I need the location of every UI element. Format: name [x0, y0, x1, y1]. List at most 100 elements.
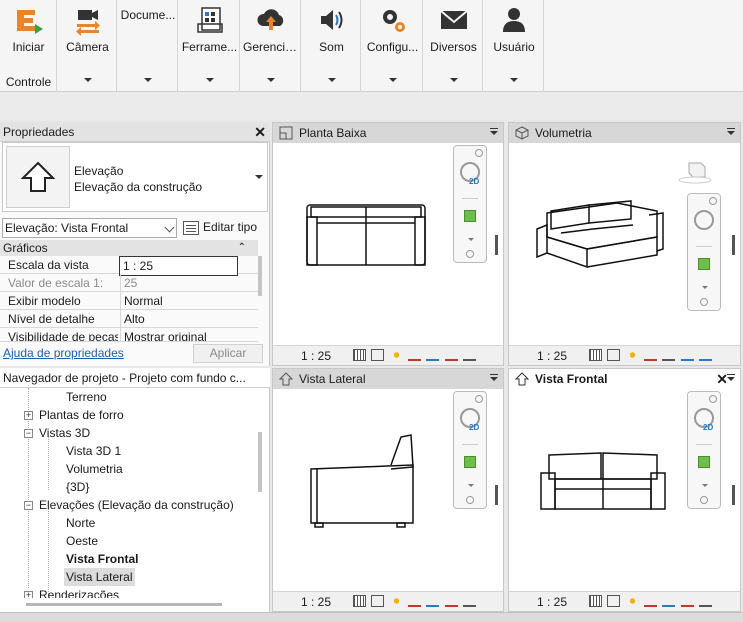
property-row[interactable]: Valor de escala 1: 25 — [0, 274, 258, 292]
customize-icon[interactable] — [700, 496, 708, 504]
tree-item-vista-frontal[interactable]: Vista Frontal — [66, 550, 138, 568]
instance-selector[interactable]: Elevação: Vista Frontal — [2, 218, 177, 238]
hide-icon[interactable] — [444, 595, 458, 607]
chevron-down-icon[interactable] — [702, 484, 708, 487]
tree-item-renderizacoes[interactable]: + Renderizações — [24, 586, 119, 598]
chevron-down-icon[interactable] — [510, 78, 518, 82]
property-row[interactable]: Visibilidade de peças Mostrar original — [0, 328, 258, 342]
view-scale[interactable]: 1 : 25 — [537, 592, 567, 612]
tree-item-3d[interactable]: {3D} — [66, 478, 89, 496]
chevron-down-icon[interactable] — [267, 78, 275, 82]
navigation-bar[interactable] — [687, 193, 721, 311]
chevron-down-icon[interactable] — [702, 286, 708, 289]
misc-button[interactable]: Diversos — [424, 0, 483, 92]
close-icon[interactable] — [709, 197, 717, 205]
tree-item-volumetria[interactable]: Volumetria — [66, 460, 123, 478]
crop-view-icon[interactable] — [426, 349, 440, 361]
visual-style-icon[interactable] — [607, 595, 621, 607]
crop-view-icon[interactable] — [426, 595, 440, 607]
tree-item-norte[interactable]: Norte — [66, 514, 95, 532]
collapse-icon[interactable]: − — [24, 501, 33, 511]
sound-button[interactable]: Som — [302, 0, 361, 92]
property-value[interactable]: Alto — [120, 310, 258, 328]
expand-icon[interactable]: + — [24, 591, 33, 598]
shadows-icon[interactable] — [644, 349, 658, 361]
property-row[interactable]: Nível de detalhe Alto — [0, 310, 258, 328]
chevron-down-icon[interactable] — [255, 175, 263, 179]
view-tab[interactable]: Vista Lateral — [273, 369, 503, 389]
view-scale[interactable]: 1 : 25 — [301, 592, 331, 612]
chevron-down-icon[interactable] — [468, 238, 474, 241]
view-scale[interactable]: 1 : 25 — [537, 346, 567, 366]
properties-help-link[interactable]: Ajuda de propriedades — [3, 346, 124, 360]
customize-icon[interactable] — [700, 298, 708, 306]
close-icon[interactable] — [475, 395, 483, 403]
temporary-hide-icon[interactable] — [463, 349, 477, 361]
chevron-down-icon[interactable] — [144, 78, 152, 82]
hide-icon[interactable] — [680, 595, 694, 607]
browser-scrollbar[interactable] — [258, 432, 262, 492]
temporary-hide-icon[interactable] — [699, 595, 713, 607]
tree-item-oeste[interactable]: Oeste — [66, 532, 98, 550]
crop-view-icon[interactable] — [662, 595, 676, 607]
chevron-down-icon[interactable] — [388, 78, 397, 82]
crop-view-icon[interactable] — [680, 349, 694, 361]
close-icon[interactable]: ✕ — [254, 122, 266, 142]
tools-button[interactable]: Ferrame... — [179, 0, 240, 92]
camera-button[interactable]: Câmera — [58, 0, 117, 92]
visual-style-icon[interactable] — [371, 349, 385, 361]
chevron-down-icon[interactable] — [327, 78, 336, 82]
view-volumetria[interactable]: Volumetria 1 : 25 — [508, 122, 741, 366]
view-scrollbar[interactable] — [732, 235, 735, 255]
detail-level-icon[interactable] — [353, 595, 366, 607]
type-selector[interactable]: Elevação Elevação da construção — [2, 142, 268, 212]
graphics-group-header[interactable]: Gráficos ⌃ — [0, 240, 258, 256]
view-menu-icon[interactable] — [727, 128, 735, 135]
detail-level-icon[interactable] — [589, 595, 602, 607]
expand-icon[interactable]: + — [24, 411, 33, 421]
view-vista-lateral[interactable]: Vista Lateral 2D 1 : 25 — [272, 368, 504, 612]
tree-item-vistas-3d[interactable]: − Vistas 3D — [24, 424, 90, 442]
property-row[interactable]: Exibir modelo Normal — [0, 292, 258, 310]
zoom-icon[interactable] — [698, 258, 710, 270]
document-button[interactable]: Docume... — [118, 0, 178, 92]
zoom-icon[interactable] — [464, 456, 476, 468]
user-button[interactable]: Usuário — [484, 0, 544, 92]
chevron-down-icon[interactable] — [449, 78, 458, 82]
temporary-hide-icon[interactable] — [463, 595, 477, 607]
collapse-icon[interactable]: ⌃ — [238, 240, 246, 256]
shadows-icon[interactable] — [408, 595, 422, 607]
sun-path-icon[interactable] — [389, 595, 403, 607]
view-vista-frontal[interactable]: Vista Frontal ✕ 2D 1 : 25 — [508, 368, 741, 612]
view-menu-icon[interactable] — [490, 374, 498, 381]
start-button[interactable]: Iniciar — [0, 0, 57, 70]
hide-icon[interactable] — [444, 349, 458, 361]
tree-item-vista-3d-1[interactable]: Vista 3D 1 — [66, 442, 121, 460]
lock-view-icon[interactable] — [662, 349, 676, 361]
navigation-bar[interactable]: 2D — [687, 391, 721, 509]
chevron-down-icon[interactable] — [468, 484, 474, 487]
properties-scrollbar[interactable] — [258, 256, 262, 296]
property-value-input[interactable]: 1 : 25 — [119, 256, 238, 276]
customize-icon[interactable] — [466, 250, 474, 258]
view-tab[interactable]: Volumetria — [509, 123, 740, 143]
detail-level-icon[interactable] — [589, 349, 602, 361]
zoom-icon[interactable] — [464, 210, 476, 222]
property-value[interactable]: Mostrar original — [120, 328, 258, 341]
tree-item-vista-lateral[interactable]: Vista Lateral — [64, 568, 135, 586]
close-icon[interactable] — [475, 149, 483, 157]
manage-button[interactable]: Gerencia... — [241, 0, 301, 92]
sun-path-icon[interactable] — [625, 595, 639, 607]
view-planta-baixa[interactable]: Planta Baixa 2D 1 : 25 — [272, 122, 504, 366]
detail-level-icon[interactable] — [353, 349, 366, 361]
view-menu-icon[interactable] — [727, 374, 735, 381]
sun-path-icon[interactable] — [389, 349, 403, 361]
apply-button[interactable]: Aplicar — [193, 344, 263, 363]
visual-style-icon[interactable] — [607, 349, 621, 361]
hide-icon[interactable] — [699, 349, 713, 361]
view-scrollbar[interactable] — [732, 485, 735, 505]
collapse-icon[interactable]: − — [24, 429, 33, 439]
property-row[interactable]: Escala da vista 1 : 25 — [0, 256, 258, 276]
browser-hscrollbar[interactable] — [26, 603, 222, 606]
settings-button[interactable]: Configu... — [362, 0, 423, 92]
